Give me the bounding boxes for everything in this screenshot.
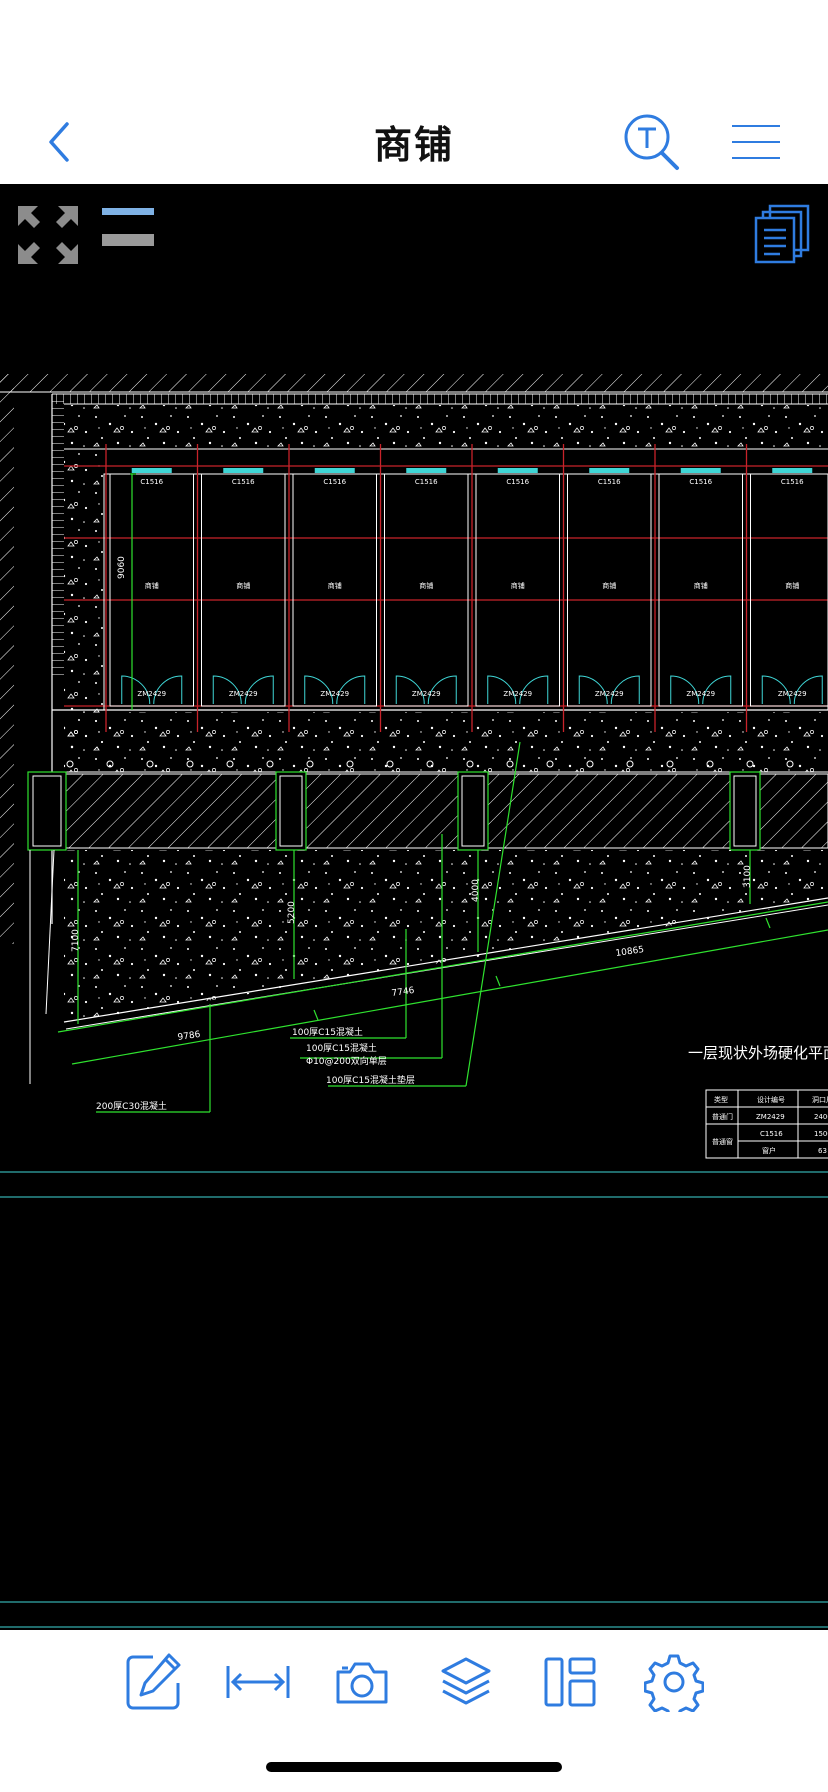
shop-units: C1516 商铺 ZM2429 C1516 商铺 ZM2429 C1516 商铺 ZM2429 C…	[105, 444, 828, 732]
home-indicator	[266, 1762, 562, 1772]
table-header-type: 类型	[714, 1095, 728, 1104]
door-label: ZM2429	[686, 690, 715, 698]
markup-button[interactable]	[116, 1644, 192, 1720]
window-label: C1516	[232, 478, 255, 486]
measure-button[interactable]	[220, 1644, 296, 1720]
dim-len3: 10865	[615, 945, 645, 959]
shop-room	[201, 473, 286, 707]
room-label: 商铺	[328, 581, 342, 590]
door-label: ZM2429	[229, 690, 258, 698]
shop-room	[109, 473, 194, 707]
note-2: 100厚C15混凝土	[306, 1042, 377, 1054]
door-label: ZM2429	[595, 690, 624, 698]
sheet-frame	[0, 1171, 828, 1628]
table-cell-code-3: 窗户	[762, 1146, 776, 1155]
table-cell-size-3: 63	[818, 1147, 827, 1155]
layouts-button[interactable]	[752, 204, 812, 264]
page-title: 商铺	[373, 123, 454, 167]
window-mark	[497, 468, 538, 473]
layers-button[interactable]	[428, 1644, 504, 1720]
hamburger-menu-icon	[732, 125, 780, 159]
markup-pencil-icon	[126, 1653, 181, 1710]
shop-room	[292, 473, 377, 707]
shop-room	[658, 473, 743, 707]
window-mark	[680, 468, 721, 473]
shop-room	[567, 473, 652, 707]
table-cell-type-2: 普通窗	[712, 1137, 733, 1146]
door-window-table: 类型 设计编号 洞口尺寸 普通门 ZM2429 2400 普通窗 C1516 1…	[705, 1089, 828, 1159]
cad-drawing: C1516 商铺 ZM2429 C1516 商铺 ZM2429 C1516 商铺 ZM2429 C…	[0, 374, 828, 1628]
door-label: ZM2429	[503, 690, 532, 698]
line-weight-button[interactable]	[100, 206, 156, 248]
text-search-button[interactable]	[618, 100, 688, 184]
shop-room	[750, 473, 828, 707]
note-5: 200厚C30混凝土	[96, 1100, 167, 1112]
depth-dimension: 9060	[117, 556, 127, 579]
room-label: 商铺	[236, 581, 250, 590]
door-label: ZM2429	[412, 690, 441, 698]
table-cell-code-2: C1516	[760, 1130, 783, 1138]
menu-button[interactable]	[726, 100, 786, 184]
table-cell-size-2: 1500	[814, 1130, 828, 1138]
note-4: 100厚C15混凝土垫层	[326, 1074, 415, 1086]
dim-len2: 7746	[391, 986, 415, 999]
room-label: 商铺	[602, 581, 616, 590]
window-label: C1516	[781, 478, 804, 486]
window-mark	[772, 468, 813, 473]
table-header-code: 设计编号	[757, 1095, 785, 1104]
measure-icon	[226, 1666, 290, 1698]
door-label: ZM2429	[137, 690, 166, 698]
window-label: C1516	[689, 478, 712, 486]
construction-notes: 100厚C15混凝土 100厚C15混凝土 Φ10@200双向单层 100厚C1…	[96, 1026, 415, 1112]
table-cell-code-1: ZM2429	[756, 1113, 785, 1121]
window-mark	[314, 468, 355, 473]
shop-room	[475, 473, 560, 707]
room-label: 商铺	[145, 581, 159, 590]
layers-icon	[441, 1657, 491, 1705]
door-label: ZM2429	[320, 690, 349, 698]
screenshot-button[interactable]	[324, 1644, 400, 1720]
room-label: 商铺	[511, 581, 525, 590]
dim-d3: 4000	[471, 879, 481, 902]
window-label: C1516	[140, 478, 163, 486]
dim-len1: 9786	[177, 1030, 201, 1043]
window-mark	[589, 468, 630, 473]
camera-icon	[336, 1662, 388, 1704]
settings-button[interactable]	[636, 1644, 712, 1720]
status-bar	[0, 0, 828, 100]
room-label: 商铺	[785, 581, 799, 590]
window-label: C1516	[598, 478, 621, 486]
note-1: 100厚C15混凝土	[292, 1026, 363, 1038]
room-label: 商铺	[694, 581, 708, 590]
line-weight-icon	[102, 208, 154, 246]
window-label: C1516	[506, 478, 529, 486]
window-mark	[131, 468, 172, 473]
drawing-canvas[interactable]: C1516 商铺 ZM2429 C1516 商铺 ZM2429 C1516 商铺 ZM2429 C…	[0, 184, 828, 1630]
text-search-icon	[624, 114, 679, 170]
window-label: C1516	[323, 478, 346, 486]
note-3: Φ10@200双向单层	[306, 1055, 387, 1067]
room-label: 商铺	[419, 581, 433, 590]
window-mark	[406, 468, 447, 473]
shop-room	[384, 473, 469, 707]
dim-d2: 5200	[287, 901, 297, 924]
door-label: ZM2429	[778, 690, 807, 698]
fullscreen-button[interactable]	[16, 204, 80, 266]
layout-icon	[544, 1657, 596, 1707]
layout-button[interactable]	[532, 1644, 608, 1720]
table-header-size: 洞口尺寸	[812, 1095, 828, 1104]
pages-stack-icon	[754, 204, 810, 264]
table-cell-type-1: 普通门	[712, 1112, 733, 1121]
table-cell-size-1: 2400	[814, 1113, 828, 1121]
expand-arrows-icon	[18, 206, 78, 264]
shop-grid	[52, 465, 828, 711]
settings-gear-icon	[644, 1654, 704, 1712]
window-mark	[223, 468, 264, 473]
navigation-bar: 商铺	[0, 100, 828, 184]
plan-title: 一层现状外场硬化平面图	[688, 1044, 828, 1062]
dim-d4: 3100	[743, 865, 753, 888]
window-label: C1516	[415, 478, 438, 486]
dim-d1: 7100	[71, 929, 81, 952]
